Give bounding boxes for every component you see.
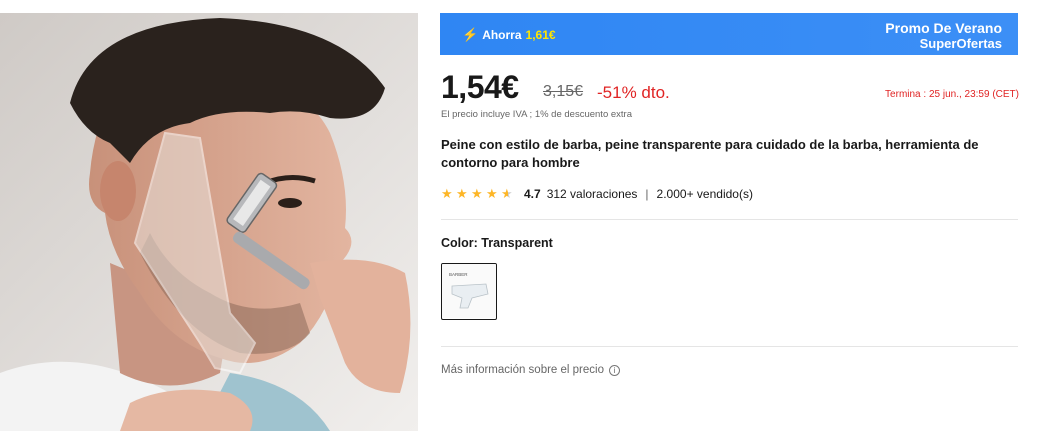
price-row: 1,54€ 3,15€ -51% dto. Termina : 25 jun.,… [441,69,1019,107]
star-icon: ★ [441,186,453,201]
savings-text: Ahorra [482,28,522,42]
promo-name: Promo De Verano SuperOfertas [885,20,1002,52]
star-icon: ★ [471,186,483,201]
sold-count: 2.000+ vendido(s) [656,187,753,201]
product-image[interactable] [0,13,418,431]
current-price: 1,54€ [441,69,519,105]
lightning-bolt-icon: ⚡ [462,27,479,42]
price-info-text: Más información sobre el precio [441,364,604,376]
star-icon: ★ [486,186,498,201]
rating-score: 4.7 [524,187,541,201]
promo-title: Promo De Verano [885,20,1002,36]
product-title: Peine con estilo de barba, peine transpa… [441,137,979,170]
half-star-icon: ★ [501,186,513,201]
info-icon[interactable]: i [609,364,620,376]
divider [441,219,1018,220]
savings-amount: 1,61€ [525,28,556,42]
original-price: 3,15€ [543,83,584,100]
star-rating: ★ ★ ★ ★ ★ [441,187,516,201]
review-count[interactable]: 312 valoraciones [547,187,638,201]
swatch-caption: BARBER [449,272,468,277]
promo-banner[interactable]: ⚡ Ahorra 1,61€ Promo De Verano SuperOfer… [440,13,1018,55]
product-photo-illustration [0,13,418,431]
price-info-link[interactable]: Más información sobre el precio i [441,364,620,376]
star-icon: ★ [456,186,468,201]
promo-subtitle: SuperOfertas [919,36,1002,51]
rating-separator: | [645,187,649,201]
vat-note: El precio incluye IVA ; 1% de descuento … [441,109,632,120]
color-label: Color: Transparent [441,236,553,250]
comb-thumbnail: BARBER [442,264,496,318]
color-swatch-transparent[interactable]: BARBER [441,263,497,320]
savings-label: ⚡ Ahorra 1,61€ [462,27,556,43]
divider [441,346,1018,347]
rating-row[interactable]: ★ ★ ★ ★ ★ 4.7 312 valoraciones | 2.000+ … [441,187,753,202]
discount-badge: -51% dto. [597,83,670,102]
promo-end-time: Termina : 25 jun., 23:59 (CET) [885,89,1019,100]
